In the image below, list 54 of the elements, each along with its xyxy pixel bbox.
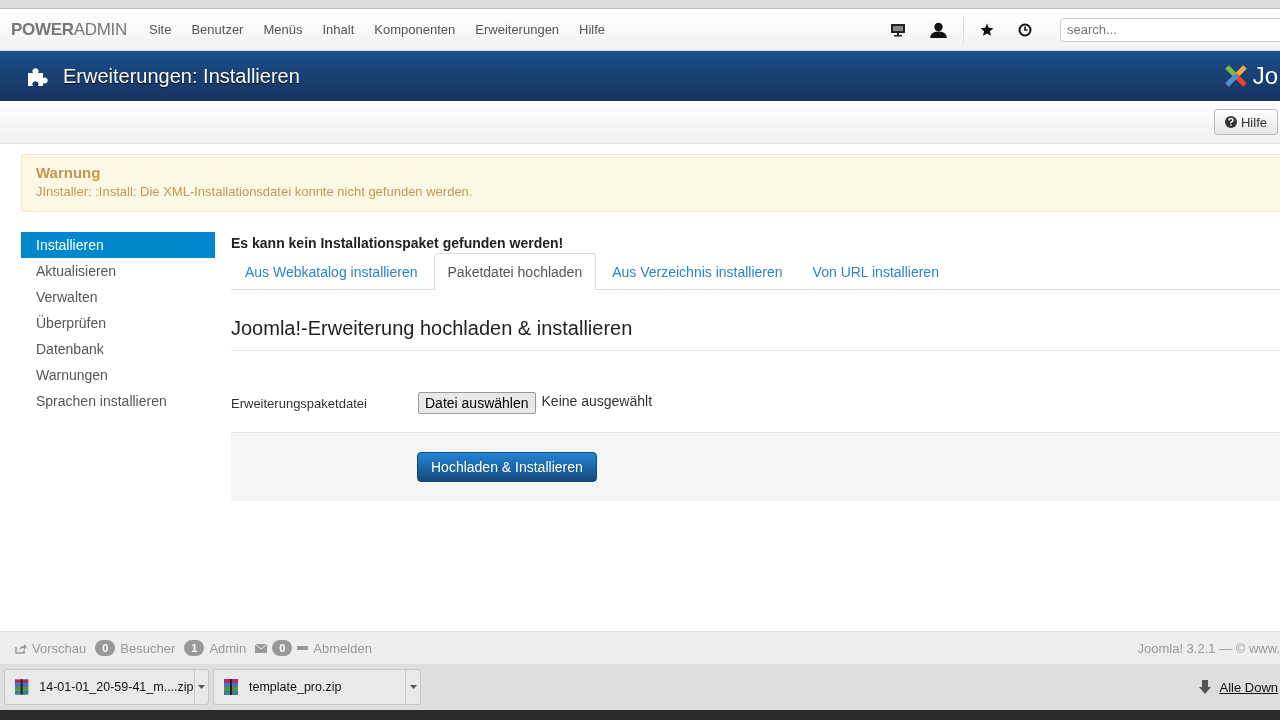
nav-menu-item[interactable]: Inhalt [312, 22, 365, 37]
sidebar-item[interactable]: Aktualisieren [21, 258, 215, 284]
field-label: Erweiterungspaketdatei [231, 395, 368, 411]
sidebar-item[interactable]: Verwalten [21, 284, 215, 310]
show-all-downloads-link[interactable]: Alle Down [1219, 679, 1278, 695]
sidebar-item[interactable]: Warnungen [21, 362, 215, 388]
error-message: Es kann kein Installationspaket gefunden werden! [231, 235, 565, 251]
search-field[interactable]: search... [1060, 17, 1280, 42]
user-icon[interactable] [930, 21, 947, 38]
section-heading: Joomla!-Erweiterung hochladen & installieren [231, 317, 1280, 351]
nav-menu-item[interactable]: Menüs [253, 22, 313, 37]
upload-install-button[interactable]: Hochladen & Installieren [417, 452, 597, 482]
count-badge: 1 [184, 640, 205, 656]
monitor-icon[interactable] [890, 22, 906, 37]
star-icon[interactable] [980, 22, 994, 37]
choose-file-button[interactable]: Datei auswählen [418, 392, 536, 414]
alert-message: JInstaller: :Install: Die XML-Installationsdatei konnte nicht gefunden werden. [36, 184, 474, 199]
tab[interactable]: Aus Webkatalog installieren [231, 253, 432, 289]
nav-menu-item[interactable]: Hilfe [569, 22, 616, 37]
help-button[interactable]: Hilfe [1214, 109, 1278, 135]
sidebar-item[interactable]: Überprüfen [21, 310, 215, 336]
brand-logo[interactable]: POWERADMIN [11, 19, 127, 40]
admin-label: Admin [209, 640, 247, 656]
count-badge: 0 [95, 640, 116, 656]
sidebar-item[interactable]: Datenbank [21, 336, 215, 362]
tab[interactable]: Aus Verzeichnis installieren [598, 253, 797, 289]
share-icon [15, 642, 27, 654]
minus-icon [297, 646, 309, 650]
nav-menu-item[interactable]: Site [139, 22, 182, 37]
download-item[interactable]: template_pro.zip [213, 669, 421, 705]
download-arrow-icon [1199, 680, 1212, 694]
file-status: Keine ausgewählt [541, 392, 653, 409]
tab[interactable]: Paketdatei hochladen [433, 253, 597, 290]
clock-icon[interactable] [1018, 22, 1032, 37]
nav-menu-item[interactable]: Komponenten [364, 22, 466, 37]
puzzle-icon [26, 65, 48, 87]
tab[interactable]: Von URL installieren [798, 253, 953, 289]
help-icon [1225, 116, 1237, 128]
logo-text: Jo [1252, 62, 1278, 90]
download-item[interactable]: 14-01-01_20-59-41_m....zip [4, 669, 209, 705]
archive-icon [13, 678, 31, 696]
visitors-label: Besucher [120, 640, 176, 656]
envelope-icon [255, 643, 268, 653]
archive-icon [222, 678, 240, 696]
sidebar-item[interactable]: Installieren [21, 232, 215, 258]
count-badge: 0 [272, 640, 293, 656]
nav-menu-item[interactable]: Erweiterungen [465, 22, 570, 37]
caret-icon [197, 685, 205, 689]
alert-title: Warnung [36, 164, 102, 181]
version-text: Joomla! 3.2.1 — © www. [1137, 640, 1280, 656]
caret-icon [409, 685, 417, 689]
page-title: Erweiterungen: Installieren [63, 64, 300, 88]
sidebar-item[interactable]: Sprachen installieren [21, 388, 215, 414]
nav-menu-item[interactable]: Benutzer [181, 22, 254, 37]
